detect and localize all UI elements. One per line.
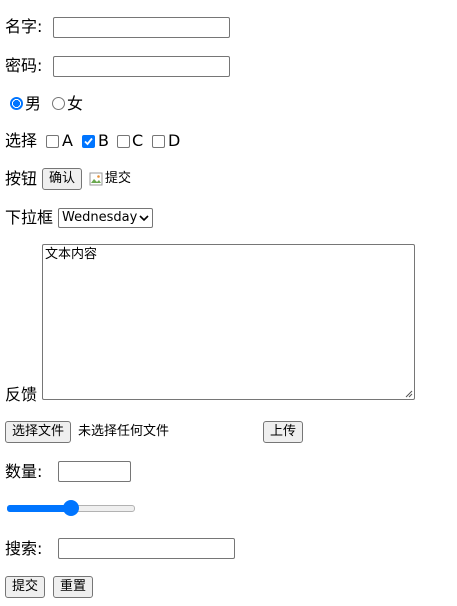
check-icon	[84, 137, 93, 146]
slider-fill	[7, 505, 71, 512]
reset-button[interactable]: 重置	[53, 576, 94, 598]
search-input[interactable]	[58, 538, 235, 559]
search-label: 搜索:	[5, 539, 43, 558]
checkbox-b-label: B	[98, 131, 109, 150]
upload-button[interactable]: 上传	[263, 421, 304, 443]
checkbox-a-label: A	[62, 131, 73, 150]
feedback-textarea[interactable]: 文本内容	[42, 244, 415, 400]
checkbox-d-label: D	[168, 131, 181, 150]
female-label: 女	[67, 94, 84, 113]
range-slider[interactable]	[7, 499, 135, 517]
file-status: 未选择任何文件	[78, 424, 170, 439]
chevron-down-icon	[139, 215, 149, 222]
choose-file-button[interactable]: 选择文件	[5, 421, 72, 443]
password-input[interactable]	[53, 56, 230, 77]
feedback-label: 反馈	[5, 385, 38, 404]
button-row-label: 按钮	[5, 169, 38, 188]
day-select[interactable]: Wednesday	[58, 208, 153, 228]
image-submit-alt-text: 提交	[105, 171, 132, 186]
submit-button[interactable]: 提交	[5, 576, 46, 598]
name-input[interactable]	[53, 17, 230, 38]
feedback-text: 文本内容	[45, 247, 98, 262]
dropdown-label: 下拉框	[5, 208, 54, 227]
day-select-value: Wednesday	[62, 210, 138, 225]
checkbox-c-label: C	[132, 131, 144, 150]
male-label: 男	[25, 94, 42, 113]
broken-image-icon	[89, 172, 103, 186]
female-radio[interactable]	[52, 97, 65, 110]
resize-grip-icon[interactable]	[404, 389, 413, 398]
confirm-button[interactable]: 确认	[42, 168, 83, 190]
checkbox-c[interactable]	[117, 135, 130, 148]
quantity-label: 数量:	[5, 462, 43, 481]
name-label: 名字:	[5, 17, 43, 36]
checkbox-a[interactable]	[46, 135, 59, 148]
choice-label: 选择	[5, 131, 38, 150]
checkbox-d[interactable]	[152, 135, 165, 148]
quantity-input[interactable]	[58, 461, 131, 482]
male-radio[interactable]	[10, 97, 23, 110]
password-label: 密码:	[5, 56, 43, 75]
image-submit-button[interactable]: 提交	[89, 171, 131, 187]
slider-thumb[interactable]	[63, 500, 79, 516]
checkbox-b[interactable]	[82, 135, 95, 148]
